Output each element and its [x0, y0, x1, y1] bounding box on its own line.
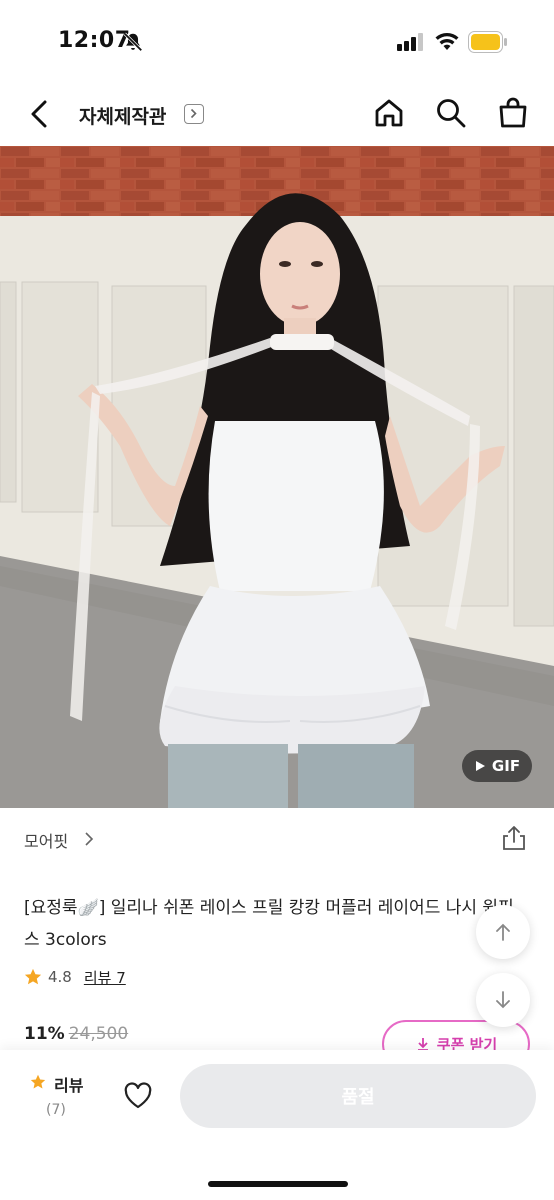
gif-badge[interactable]: GIF: [462, 750, 532, 782]
chevron-right-icon[interactable]: [184, 104, 204, 124]
product-image[interactable]: GIF: [0, 146, 554, 808]
review-label: 리뷰: [54, 1076, 84, 1095]
review-count: (7): [46, 1102, 66, 1118]
review-summary[interactable]: 리뷰 (7): [28, 1070, 92, 1126]
gif-label: GIF: [491, 757, 521, 775]
product-title: [요정룩🪽] 일리나 쉬폰 레이스 프릴 캉캉 머플러 레이어드 나시 원피스 …: [24, 898, 514, 950]
store-name[interactable]: 자체제작관: [79, 102, 166, 129]
arrow-down-icon: [496, 991, 510, 1009]
top-nav: 자체제작관: [0, 80, 554, 146]
brand-name[interactable]: 모어핏: [24, 828, 68, 852]
cart-icon[interactable]: [496, 96, 530, 130]
original-price: 24,500: [68, 1024, 129, 1044]
battery-icon: [468, 31, 507, 53]
back-icon[interactable]: [22, 96, 58, 132]
signal-icon: [397, 33, 423, 51]
status-bar: 12:07: [0, 0, 554, 80]
arrow-up-icon: [496, 923, 510, 941]
heart-icon[interactable]: [122, 1080, 154, 1112]
soldout-button: 품절: [180, 1064, 536, 1128]
wifi-icon: [435, 33, 459, 50]
rating-score: 4.8: [48, 968, 72, 986]
status-time: 12:07: [58, 28, 131, 53]
bell-off-icon: [123, 32, 143, 52]
share-icon[interactable]: [500, 824, 528, 852]
bottom-action-bar: 리뷰 (7) 품절: [0, 1050, 554, 1200]
review-link[interactable]: 리뷰 7: [84, 967, 126, 988]
scroll-bottom-button[interactable]: [476, 973, 530, 1027]
product-photo: [0, 146, 554, 808]
scroll-top-button[interactable]: [476, 905, 530, 959]
rating-row: 4.8 리뷰 7: [24, 965, 126, 989]
star-icon: [24, 968, 42, 985]
price-row: 11% 24,500: [24, 1024, 128, 1044]
discount-rate: 11%: [24, 1024, 65, 1044]
home-indicator: [208, 1181, 348, 1187]
play-icon: [475, 761, 485, 771]
chevron-right-icon[interactable]: [82, 830, 96, 848]
search-icon[interactable]: [434, 96, 468, 130]
home-icon[interactable]: [372, 96, 406, 130]
star-icon: [30, 1074, 46, 1089]
